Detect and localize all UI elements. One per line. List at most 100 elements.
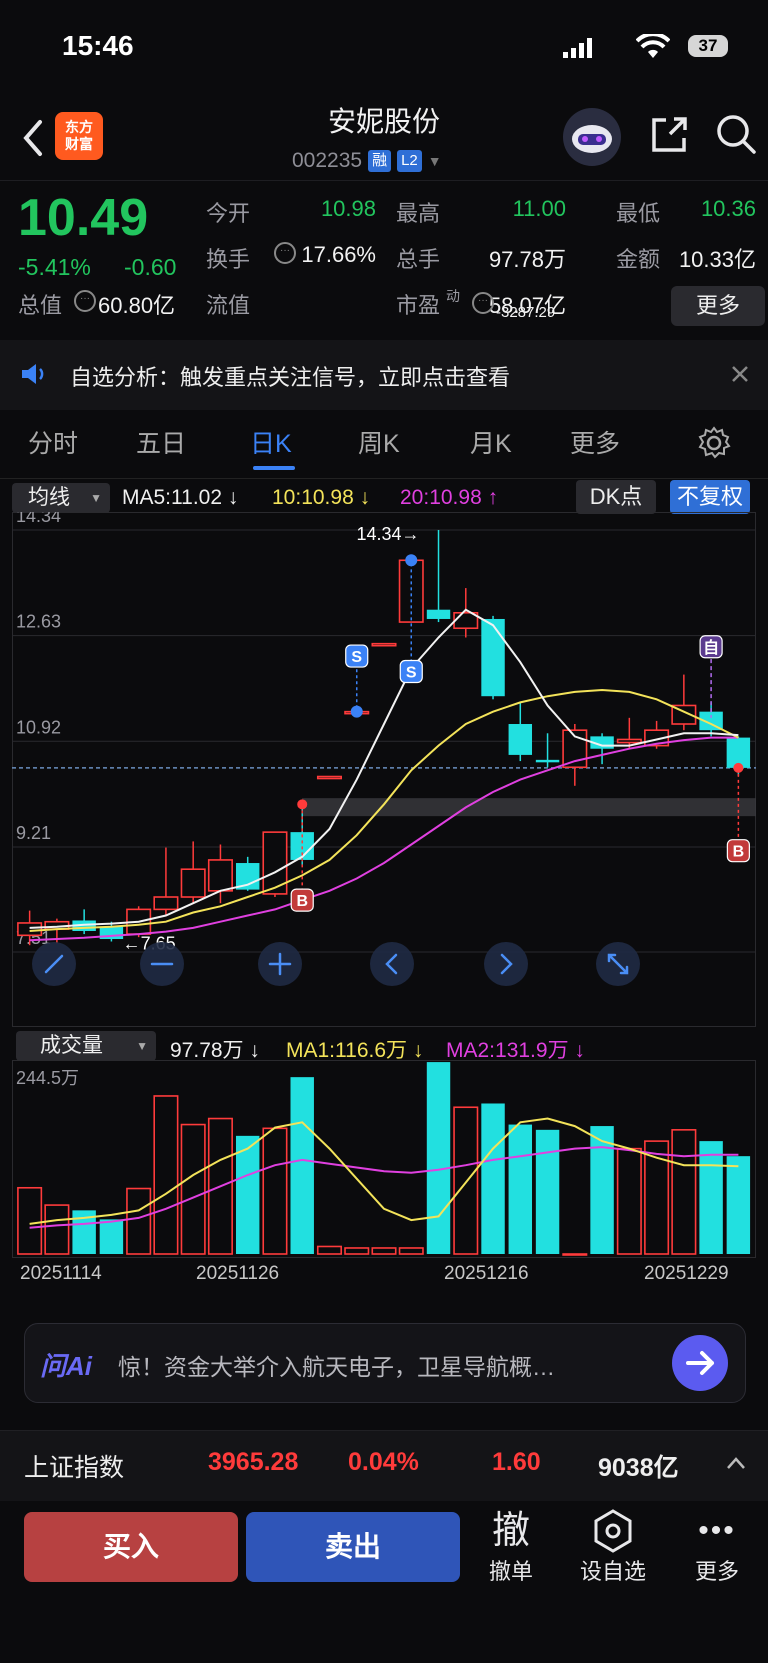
- ma5-value: MA5:11.02 ↓: [122, 486, 239, 509]
- volume-select-label: 成交量: [40, 1034, 103, 1057]
- info-icon[interactable]: ···: [74, 290, 96, 312]
- sell-signal-label: S: [351, 649, 362, 666]
- volume-bar: [126, 1187, 152, 1255]
- caret-down-icon: ▼: [136, 1039, 148, 1053]
- wifi-icon: [636, 34, 670, 58]
- cancel-order-button[interactable]: 撤 撤单: [476, 1508, 546, 1586]
- quote-value: 17.66%: [301, 242, 376, 267]
- ai-prompt-text: 惊！资金大举介入航天电子，卫星导航概…: [118, 1354, 555, 1380]
- margin-tag: 融: [368, 150, 392, 172]
- cancel-label: 撤单: [488, 1559, 533, 1584]
- y-tick-label: 12.63: [16, 612, 61, 632]
- gear-icon[interactable]: [697, 426, 731, 460]
- signal-dot: [350, 705, 363, 718]
- candle-body: [207, 859, 233, 892]
- candle-body: [371, 642, 397, 647]
- status-time: 15:46: [62, 30, 134, 61]
- quote-value: -3287.29: [496, 304, 556, 321]
- change-percent: -5.41%: [18, 254, 91, 280]
- tab-more[interactable]: 更多: [570, 424, 620, 460]
- stock-code-row[interactable]: 002235 融 L2 ▼: [292, 148, 442, 174]
- chevron-up-icon[interactable]: [726, 1456, 746, 1470]
- quote-label: 流值: [206, 293, 251, 318]
- l2-tag: L2: [397, 150, 422, 172]
- watch-signal-label: 自: [703, 638, 719, 657]
- index-amount: 9038亿: [598, 1454, 679, 1482]
- volume-bar: [44, 1204, 70, 1255]
- volume-bar: [535, 1129, 560, 1254]
- caret-down-icon: ▼: [90, 491, 102, 505]
- y-tick-label: 14.34: [16, 512, 61, 526]
- quote-value: 11.00: [512, 196, 566, 221]
- buy-button[interactable]: 买入: [24, 1512, 238, 1582]
- sell-button[interactable]: 卖出: [246, 1512, 460, 1582]
- quote-label: 今开: [206, 201, 251, 226]
- volume-bar: [426, 1062, 451, 1254]
- info-icon[interactable]: ···: [274, 242, 296, 264]
- candle-body: [481, 618, 505, 697]
- volume-bar: [17, 1186, 43, 1255]
- cancel-glyph: 撤: [491, 1510, 530, 1552]
- ai-go-button[interactable]: [672, 1335, 728, 1391]
- quote-label: 总值: [18, 293, 63, 318]
- tab-intraday[interactable]: 分时: [28, 424, 78, 460]
- tab-month-k[interactable]: 月K: [470, 424, 512, 460]
- candle-body: [17, 922, 43, 937]
- volume-select[interactable]: 成交量 ▼: [16, 1031, 156, 1061]
- quote-label: 最高: [396, 201, 441, 226]
- high-price-label: 14.34→: [357, 524, 420, 544]
- signal-dot: [297, 799, 308, 810]
- info-icon[interactable]: ···: [472, 292, 494, 314]
- date-label: 20251114: [20, 1263, 102, 1284]
- candle-body: [535, 759, 560, 763]
- volume-bar: [398, 1247, 424, 1255]
- candle-body: [508, 724, 533, 755]
- more-button[interactable]: 更多: [671, 286, 765, 326]
- quote-label: 换手: [206, 247, 251, 272]
- quote-label: 市盈: [396, 293, 441, 318]
- battery-icon: 37: [688, 35, 728, 57]
- volume-bar: [344, 1247, 370, 1255]
- volume-bar: [235, 1135, 260, 1254]
- kline-chart[interactable]: 14.3412.6310.929.217.5114.34→←7.65SSBB自: [12, 512, 756, 1027]
- y-tick-label: 10.92: [16, 717, 61, 737]
- volume-bar: [290, 1077, 314, 1254]
- tab-day-k[interactable]: 日K: [250, 424, 292, 460]
- tab-five-day[interactable]: 五日: [136, 424, 186, 460]
- index-value: 3965.28: [208, 1448, 299, 1476]
- add-watchlist-button[interactable]: 设自选: [578, 1508, 648, 1586]
- more-dots-icon: •••: [698, 1514, 736, 1547]
- candle-body: [426, 609, 451, 619]
- ma5-line: [29, 608, 739, 929]
- watch-label: 设自选: [579, 1559, 646, 1584]
- divider: [0, 180, 768, 181]
- volume-bar: [616, 1147, 642, 1255]
- more-label: 更多: [694, 1559, 739, 1584]
- chart-nav-button: [370, 942, 414, 986]
- index-percent: 0.04%: [348, 1448, 419, 1476]
- index-name: 上证指数: [24, 1454, 125, 1482]
- y-tick-label: 9.21: [16, 823, 51, 843]
- candle-body: [616, 738, 642, 744]
- quote-value: 97.78万: [488, 247, 566, 272]
- quote-value: 10.98: [320, 196, 376, 221]
- quote-label: 总手: [396, 247, 441, 272]
- quote-value: 10.33亿: [678, 247, 756, 272]
- buy-signal-label: B: [733, 844, 745, 861]
- date-label: 20251229: [644, 1263, 729, 1284]
- robot-assistant-icon[interactable]: [563, 108, 621, 166]
- close-icon[interactable]: [730, 364, 750, 384]
- share-icon[interactable]: [648, 114, 690, 156]
- volume-bar: [699, 1141, 723, 1254]
- volume-bar: [562, 1253, 588, 1256]
- signal-dot: [405, 554, 418, 567]
- dk-point-button[interactable]: DK点: [576, 480, 656, 514]
- ma-select[interactable]: 均线 ▼: [12, 483, 110, 513]
- volume-chart[interactable]: 244.5万: [12, 1060, 756, 1258]
- tab-week-k[interactable]: 周K: [358, 424, 400, 460]
- search-icon[interactable]: [714, 112, 758, 156]
- more-menu-button[interactable]: ••• 更多: [682, 1508, 752, 1586]
- speaker-icon: [22, 364, 44, 384]
- date-axis: 20251114 20251126 20251216 20251229: [0, 1263, 768, 1293]
- adjust-button[interactable]: 不复权: [670, 480, 750, 514]
